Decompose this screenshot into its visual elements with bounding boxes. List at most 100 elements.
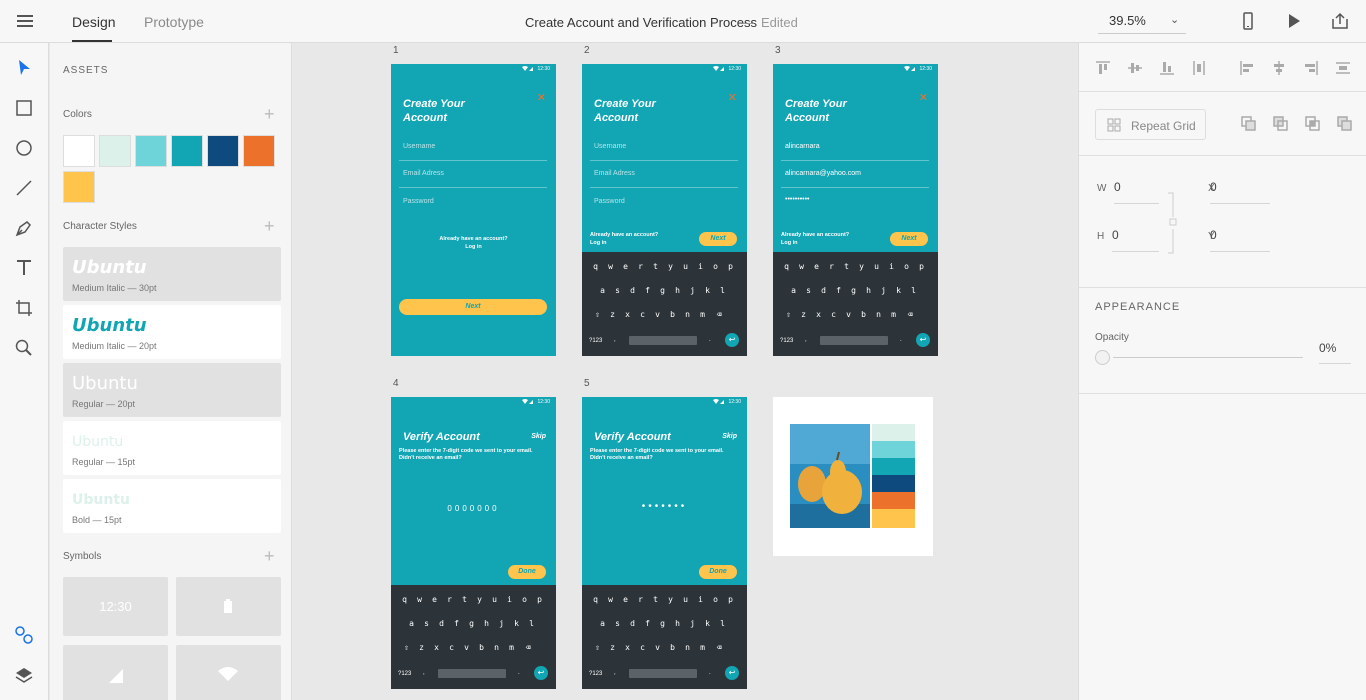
- divider: [1079, 393, 1366, 394]
- symbol-item[interactable]: [176, 645, 281, 700]
- top-bar: Design Prototype Create Account and Veri…: [0, 0, 1366, 43]
- battery-icon: [224, 599, 232, 613]
- opacity-input[interactable]: 0%: [1319, 341, 1336, 355]
- character-style-item[interactable]: Ubuntu Bold — 15pt: [63, 479, 281, 533]
- play-icon[interactable]: [1285, 12, 1303, 30]
- moodboard-artboard[interactable]: [773, 397, 933, 556]
- divider: [1079, 287, 1366, 288]
- boolean-exclude-icon[interactable]: [1337, 116, 1353, 132]
- field-underline: [399, 187, 547, 188]
- comma-key: ,: [805, 337, 807, 343]
- screen-title: Create Your Account: [594, 98, 656, 124]
- character-style-item[interactable]: Ubuntu Regular — 20pt: [63, 363, 281, 417]
- artboard-number: 2: [584, 45, 590, 56]
- boolean-add-icon[interactable]: [1241, 116, 1257, 132]
- period-key: .: [900, 337, 902, 343]
- chevron-down-icon[interactable]: ⌄: [1170, 13, 1179, 26]
- select-tool-icon[interactable]: [14, 58, 34, 78]
- character-style-item[interactable]: Ubuntu Medium Italic — 20pt: [63, 305, 281, 359]
- active-tab-indicator: [72, 40, 112, 42]
- status-time: 12:30: [537, 66, 550, 72]
- color-swatch[interactable]: [243, 135, 275, 167]
- layers-icon[interactable]: [14, 665, 34, 685]
- symbol-item[interactable]: [63, 645, 168, 700]
- done-button: Done: [699, 565, 737, 579]
- color-swatch[interactable]: [171, 135, 203, 167]
- next-button: Next: [399, 299, 547, 315]
- ellipse-tool-icon[interactable]: [14, 138, 34, 158]
- boolean-subtract-icon[interactable]: [1273, 116, 1289, 132]
- hamburger-icon[interactable]: [17, 15, 33, 27]
- space-bar: [629, 336, 697, 345]
- height-input[interactable]: 0: [1112, 228, 1119, 242]
- opacity-slider-track[interactable]: [1113, 357, 1303, 358]
- artboard-create-account-filled[interactable]: 12:30 Create Your Account ✕ alincarnara a…: [773, 64, 938, 356]
- password-field: Password: [594, 198, 625, 205]
- x-input[interactable]: 0: [1210, 180, 1217, 194]
- next-button: Next: [699, 232, 737, 246]
- keyboard-row: qwertyuiop: [784, 262, 924, 271]
- share-icon[interactable]: [1331, 12, 1349, 30]
- boolean-intersect-icon[interactable]: [1305, 116, 1321, 132]
- align-left-icon[interactable]: [1239, 60, 1255, 76]
- symbol-item[interactable]: [176, 577, 281, 636]
- repeat-grid-button[interactable]: Repeat Grid: [1095, 109, 1206, 140]
- opacity-slider-thumb[interactable]: [1095, 350, 1110, 365]
- text-tool-icon[interactable]: [14, 258, 34, 278]
- distribute-horizontal-icon[interactable]: [1191, 60, 1207, 76]
- comma-key: ,: [614, 670, 616, 676]
- rectangle-tool-icon[interactable]: [14, 98, 34, 118]
- enter-icon: ↩: [916, 333, 930, 347]
- title-separator: —: [741, 15, 754, 30]
- username-field: Username: [594, 143, 627, 150]
- character-style-item[interactable]: Ubuntu Medium Italic — 30pt: [63, 247, 281, 301]
- add-symbol-icon[interactable]: +: [264, 547, 275, 565]
- tab-design[interactable]: Design: [72, 14, 116, 30]
- color-swatch[interactable]: [207, 135, 239, 167]
- align-top-icon[interactable]: [1095, 60, 1111, 76]
- design-canvas[interactable]: 1 12:30 Create Your Account ✕ Username Em…: [293, 43, 1077, 700]
- mobile-preview-icon[interactable]: [1239, 12, 1257, 30]
- tab-prototype[interactable]: Prototype: [144, 14, 204, 30]
- shift-icon: ⇧: [786, 310, 791, 319]
- color-swatch[interactable]: [63, 135, 95, 167]
- lock-aspect-icon[interactable]: [1167, 191, 1177, 255]
- character-style-sample: Ubuntu: [72, 315, 147, 336]
- zoom-tool-icon[interactable]: [14, 338, 34, 358]
- pen-tool-icon[interactable]: [14, 218, 34, 238]
- add-color-icon[interactable]: +: [264, 105, 275, 123]
- artboard-verify-account[interactable]: 12:30 Verify Account Skip Please enter t…: [391, 397, 556, 689]
- align-bottom-icon[interactable]: [1159, 60, 1175, 76]
- width-input[interactable]: 0: [1114, 180, 1121, 194]
- color-swatch[interactable]: [135, 135, 167, 167]
- field-underline: [781, 160, 929, 161]
- symbol-item[interactable]: 12:30: [63, 577, 168, 636]
- artboard-create-account[interactable]: 12:30 Create Your Account ✕ Username Emai…: [391, 64, 556, 356]
- artboard-tool-icon[interactable]: [14, 298, 34, 318]
- align-center-icon[interactable]: [1271, 60, 1287, 76]
- character-style-desc: Medium Italic — 20pt: [72, 341, 157, 351]
- enter-icon: ↩: [725, 666, 739, 680]
- distribute-vertical-icon[interactable]: [1335, 60, 1351, 76]
- document-title: Create Account and Verification Process: [525, 15, 757, 30]
- add-character-style-icon[interactable]: +: [264, 217, 275, 235]
- line-tool-icon[interactable]: [14, 178, 34, 198]
- character-style-item[interactable]: Ubuntu Regular — 15pt: [63, 421, 281, 475]
- artboard-create-account-keyboard[interactable]: 12:30 Create Your Account ✕ Username Emai…: [582, 64, 747, 356]
- moodboard-palette: [872, 424, 915, 528]
- color-swatch[interactable]: [99, 135, 131, 167]
- backspace-icon: ⌫: [716, 310, 722, 319]
- keyboard: qwertyuiop asdfghjkl ⇧ z x c v b n m ⌫ ?123 , . …: [773, 252, 938, 356]
- artboard-verify-account-filled[interactable]: 12:30 Verify Account Skip Please enter t…: [582, 397, 747, 689]
- status-time: 12:30: [728, 399, 741, 405]
- y-input[interactable]: 0: [1210, 228, 1217, 242]
- align-right-icon[interactable]: [1303, 60, 1319, 76]
- color-swatch[interactable]: [63, 171, 95, 203]
- assets-icon[interactable]: [14, 625, 34, 645]
- zoom-level[interactable]: 39.5%: [1109, 13, 1146, 28]
- document-status: Edited: [761, 15, 798, 30]
- repeat-grid-icon: [1107, 118, 1121, 132]
- align-middle-icon[interactable]: [1127, 60, 1143, 76]
- character-style-sample: Ubuntu: [72, 373, 138, 394]
- password-value: ••••••••••: [785, 196, 810, 203]
